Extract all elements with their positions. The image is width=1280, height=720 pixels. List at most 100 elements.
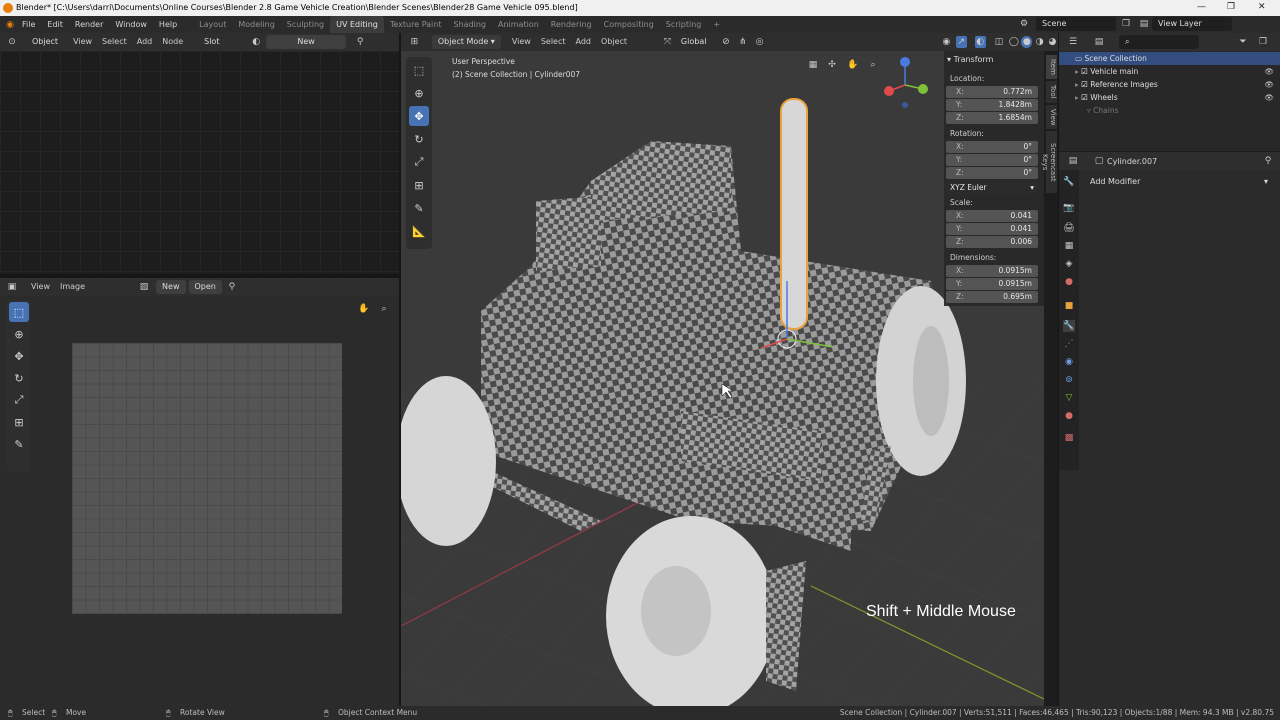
filter-icon[interactable]: ⏷ [1237,36,1249,48]
pan-view-icon[interactable]: ✋ [847,59,859,71]
view-layer-selector[interactable]: View Layer [1152,17,1232,31]
scale-y-field[interactable]: Y: 0.041 [946,223,1038,235]
outliner-type-icon[interactable]: ☰ [1067,36,1079,48]
uv-annotate-tool-icon[interactable]: ✎ [9,434,29,454]
tab-rendering[interactable]: Rendering [545,16,598,33]
rotation-y-field[interactable]: Y: 0° [946,154,1038,166]
orientation-dropdown[interactable]: Global [674,35,713,49]
close-button[interactable]: ✕ [1258,2,1266,12]
move-tool-icon[interactable]: ✥ [409,106,429,126]
viewport-menu-object[interactable]: Object [596,33,632,51]
rotation-z-field[interactable]: Z: 0° [946,167,1038,179]
tab-scripting[interactable]: Scripting [660,16,708,33]
eye-icon[interactable]: 👁 [1264,65,1274,78]
editor-type-icon[interactable]: ⊙ [6,36,18,48]
menu-render[interactable]: Render [69,16,109,33]
tab-layout[interactable]: Layout [193,16,232,33]
world-tab-icon[interactable]: ● [1063,276,1075,288]
rotation-x-field[interactable]: X: 0° [946,141,1038,153]
display-mode-icon[interactable]: ▤ [1093,36,1105,48]
add-workspace-button[interactable]: + [707,16,726,33]
image-pin-icon[interactable]: ⚲ [226,281,238,293]
add-modifier-dropdown[interactable]: Add Modifier ▾ [1084,175,1274,189]
tab-uv-editing[interactable]: UV Editing [330,16,384,33]
material-tab-icon[interactable]: ● [1063,410,1075,422]
tab-shading[interactable]: Shading [447,16,492,33]
maximize-button[interactable]: ❐ [1227,2,1235,12]
scene-selector[interactable]: Scene [1036,17,1116,31]
cursor-tool-icon[interactable]: ⊕ [409,83,429,103]
proportional-edit-icon[interactable]: ◎ [754,36,765,48]
sidebar-tab-item[interactable]: Item [1046,55,1057,79]
annotate-tool-icon[interactable]: ✎ [409,198,429,218]
viewport-menu-view[interactable]: View [507,33,536,51]
new-collection-icon[interactable]: ❐ [1257,36,1269,48]
viewport-menu-select[interactable]: Select [536,33,571,51]
modifier-tab-icon[interactable]: 🔧 [1063,320,1075,332]
tool-tab-icon[interactable]: 🔧 [1063,176,1075,188]
checkbox-icon[interactable]: ☑ [1081,80,1090,89]
menu-window[interactable]: Window [109,16,153,33]
checkbox-icon[interactable]: ☑ [1081,93,1090,102]
zoom-view-icon[interactable]: ⌕ [867,59,879,71]
dimensions-x-field[interactable]: X: 0.0915m [946,265,1038,277]
tab-modeling[interactable]: Modeling [232,16,280,33]
eye-icon[interactable]: 👁 [1264,91,1274,104]
sidebar-tab-screencast-keys[interactable]: Screencast Keys [1041,131,1057,193]
object-tab-icon[interactable]: ■ [1063,300,1075,312]
texture-tab-icon[interactable]: ▩ [1063,432,1075,444]
node-menu-add[interactable]: Add [132,33,158,51]
uv-zoom-icon[interactable]: ⌕ [378,303,390,315]
dimensions-z-field[interactable]: Z: 0.695m [946,291,1038,303]
constraints-tab-icon[interactable]: ⊚ [1063,374,1075,386]
uv-cursor-tool-icon[interactable]: ⊕ [9,324,29,344]
camera-view-icon[interactable]: ▦ [807,59,819,71]
view-layer-tab-icon[interactable]: ▦ [1063,240,1075,252]
outliner-item-reference-images[interactable]: ▸ ☑ Reference Images 👁 [1059,78,1280,91]
blender-menu-icon[interactable]: ◉ [4,19,16,31]
toggle-camera-icon[interactable]: ✣ [826,59,838,71]
snap-icon[interactable]: ⋔ [737,36,748,48]
node-object-dropdown[interactable]: Object [26,35,65,49]
data-tab-icon[interactable]: ▽ [1063,392,1075,404]
checkbox-icon[interactable]: ☑ [1081,67,1090,76]
menu-file[interactable]: File [16,16,41,33]
minimize-button[interactable]: — [1197,2,1206,12]
shader-node-editor[interactable] [0,51,399,274]
uv-scale-tool-icon[interactable]: ⤢ [9,390,29,410]
visibility-icon[interactable]: ◉ [941,36,952,48]
slot-dropdown[interactable]: Slot [198,35,249,49]
outliner-item-vehicle-main[interactable]: ▸ ☑ Vehicle main 👁 [1059,65,1280,78]
overlay-icon[interactable]: ◐ [974,36,986,48]
image-editor-type-icon[interactable]: ▣ [6,281,18,293]
rotation-mode-dropdown[interactable]: XYZ Euler ▾ [946,182,1038,194]
viewport-editor-type-icon[interactable]: ⊞ [409,36,420,48]
new-scene-icon[interactable]: ❐ [1120,18,1132,30]
scale-tool-icon[interactable]: ⤢ [409,152,429,172]
rotate-tool-icon[interactable]: ↻ [409,129,429,149]
axis-navigation-gizmo[interactable] [883,55,929,111]
material-shading-icon[interactable]: ◑ [1034,36,1045,48]
location-y-field[interactable]: Y: 1.8428m [946,99,1038,111]
outliner-scene-collection[interactable]: ▭ Scene Collection [1059,52,1280,65]
image-menu-view[interactable]: View [26,278,55,296]
material-browse-icon[interactable]: ◐ [250,36,262,48]
new-image-button[interactable]: New [156,280,186,294]
open-image-button[interactable]: Open [188,280,222,294]
image-browse-icon[interactable]: ▨ [138,281,150,293]
scale-x-field[interactable]: X: 0.041 [946,210,1038,222]
uv-transform-tool-icon[interactable]: ⊞ [9,412,29,432]
rendered-shading-icon[interactable]: ◕ [1047,36,1058,48]
viewport-menu-add[interactable]: Add [571,33,597,51]
location-x-field[interactable]: X: 0.772m [946,86,1038,98]
transform-title[interactable]: ▾ Transform [947,55,993,64]
node-menu-select[interactable]: Select [97,33,132,51]
wireframe-shading-icon[interactable]: ◯ [1008,36,1019,48]
sidebar-tab-tool[interactable]: Tool [1046,81,1057,103]
tab-sculpting[interactable]: Sculpting [281,16,330,33]
properties-pin-icon[interactable]: ⚲ [1262,155,1274,167]
xray-icon[interactable]: ◫ [994,36,1005,48]
outliner-search-input[interactable]: ⌕ [1119,35,1199,49]
transform-tool-icon[interactable]: ⊞ [409,175,429,195]
outliner-item-chains[interactable]: ▿ Chains [1059,104,1280,117]
